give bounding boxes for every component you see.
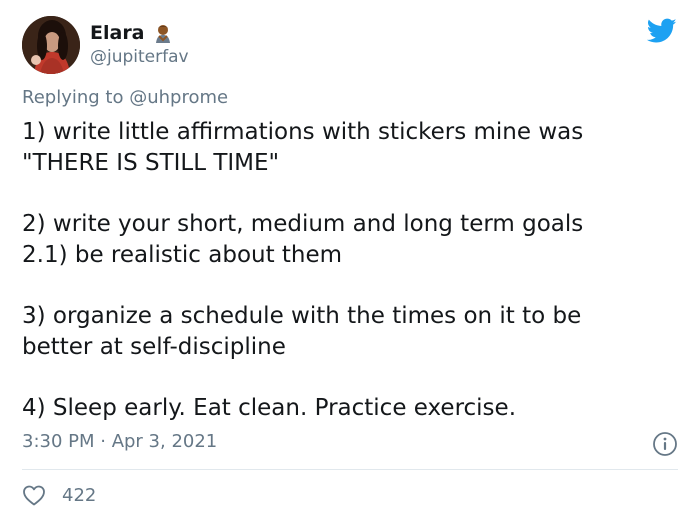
tweet-body: 1) write little affirmations with sticke… [22, 119, 584, 422]
author-name-row: Elara [90, 21, 173, 45]
heart-icon[interactable] [22, 484, 46, 506]
tweet-timestamp[interactable]: 3:30 PM · Apr 3, 2021 [22, 431, 217, 452]
info-icon[interactable] [652, 431, 678, 457]
avatar-photo-icon [22, 16, 80, 74]
reply-context: Replying to @uhprome [22, 87, 228, 108]
reply-prefix: Replying to [22, 87, 124, 108]
likes-row[interactable]: 422 [22, 483, 96, 507]
avatar[interactable] [22, 16, 80, 74]
twitter-bird-icon[interactable] [646, 18, 677, 44]
person-bowing-emoji-icon [153, 23, 173, 43]
tweet-card: Elara @jupiterfav Replying to @uhprome 1… [0, 0, 700, 524]
author-handle[interactable]: @jupiterfav [90, 47, 189, 67]
reply-mention-link[interactable]: @uhprome [129, 87, 228, 108]
display-name[interactable]: Elara [90, 22, 145, 44]
like-count: 422 [62, 484, 97, 506]
divider [22, 469, 678, 470]
